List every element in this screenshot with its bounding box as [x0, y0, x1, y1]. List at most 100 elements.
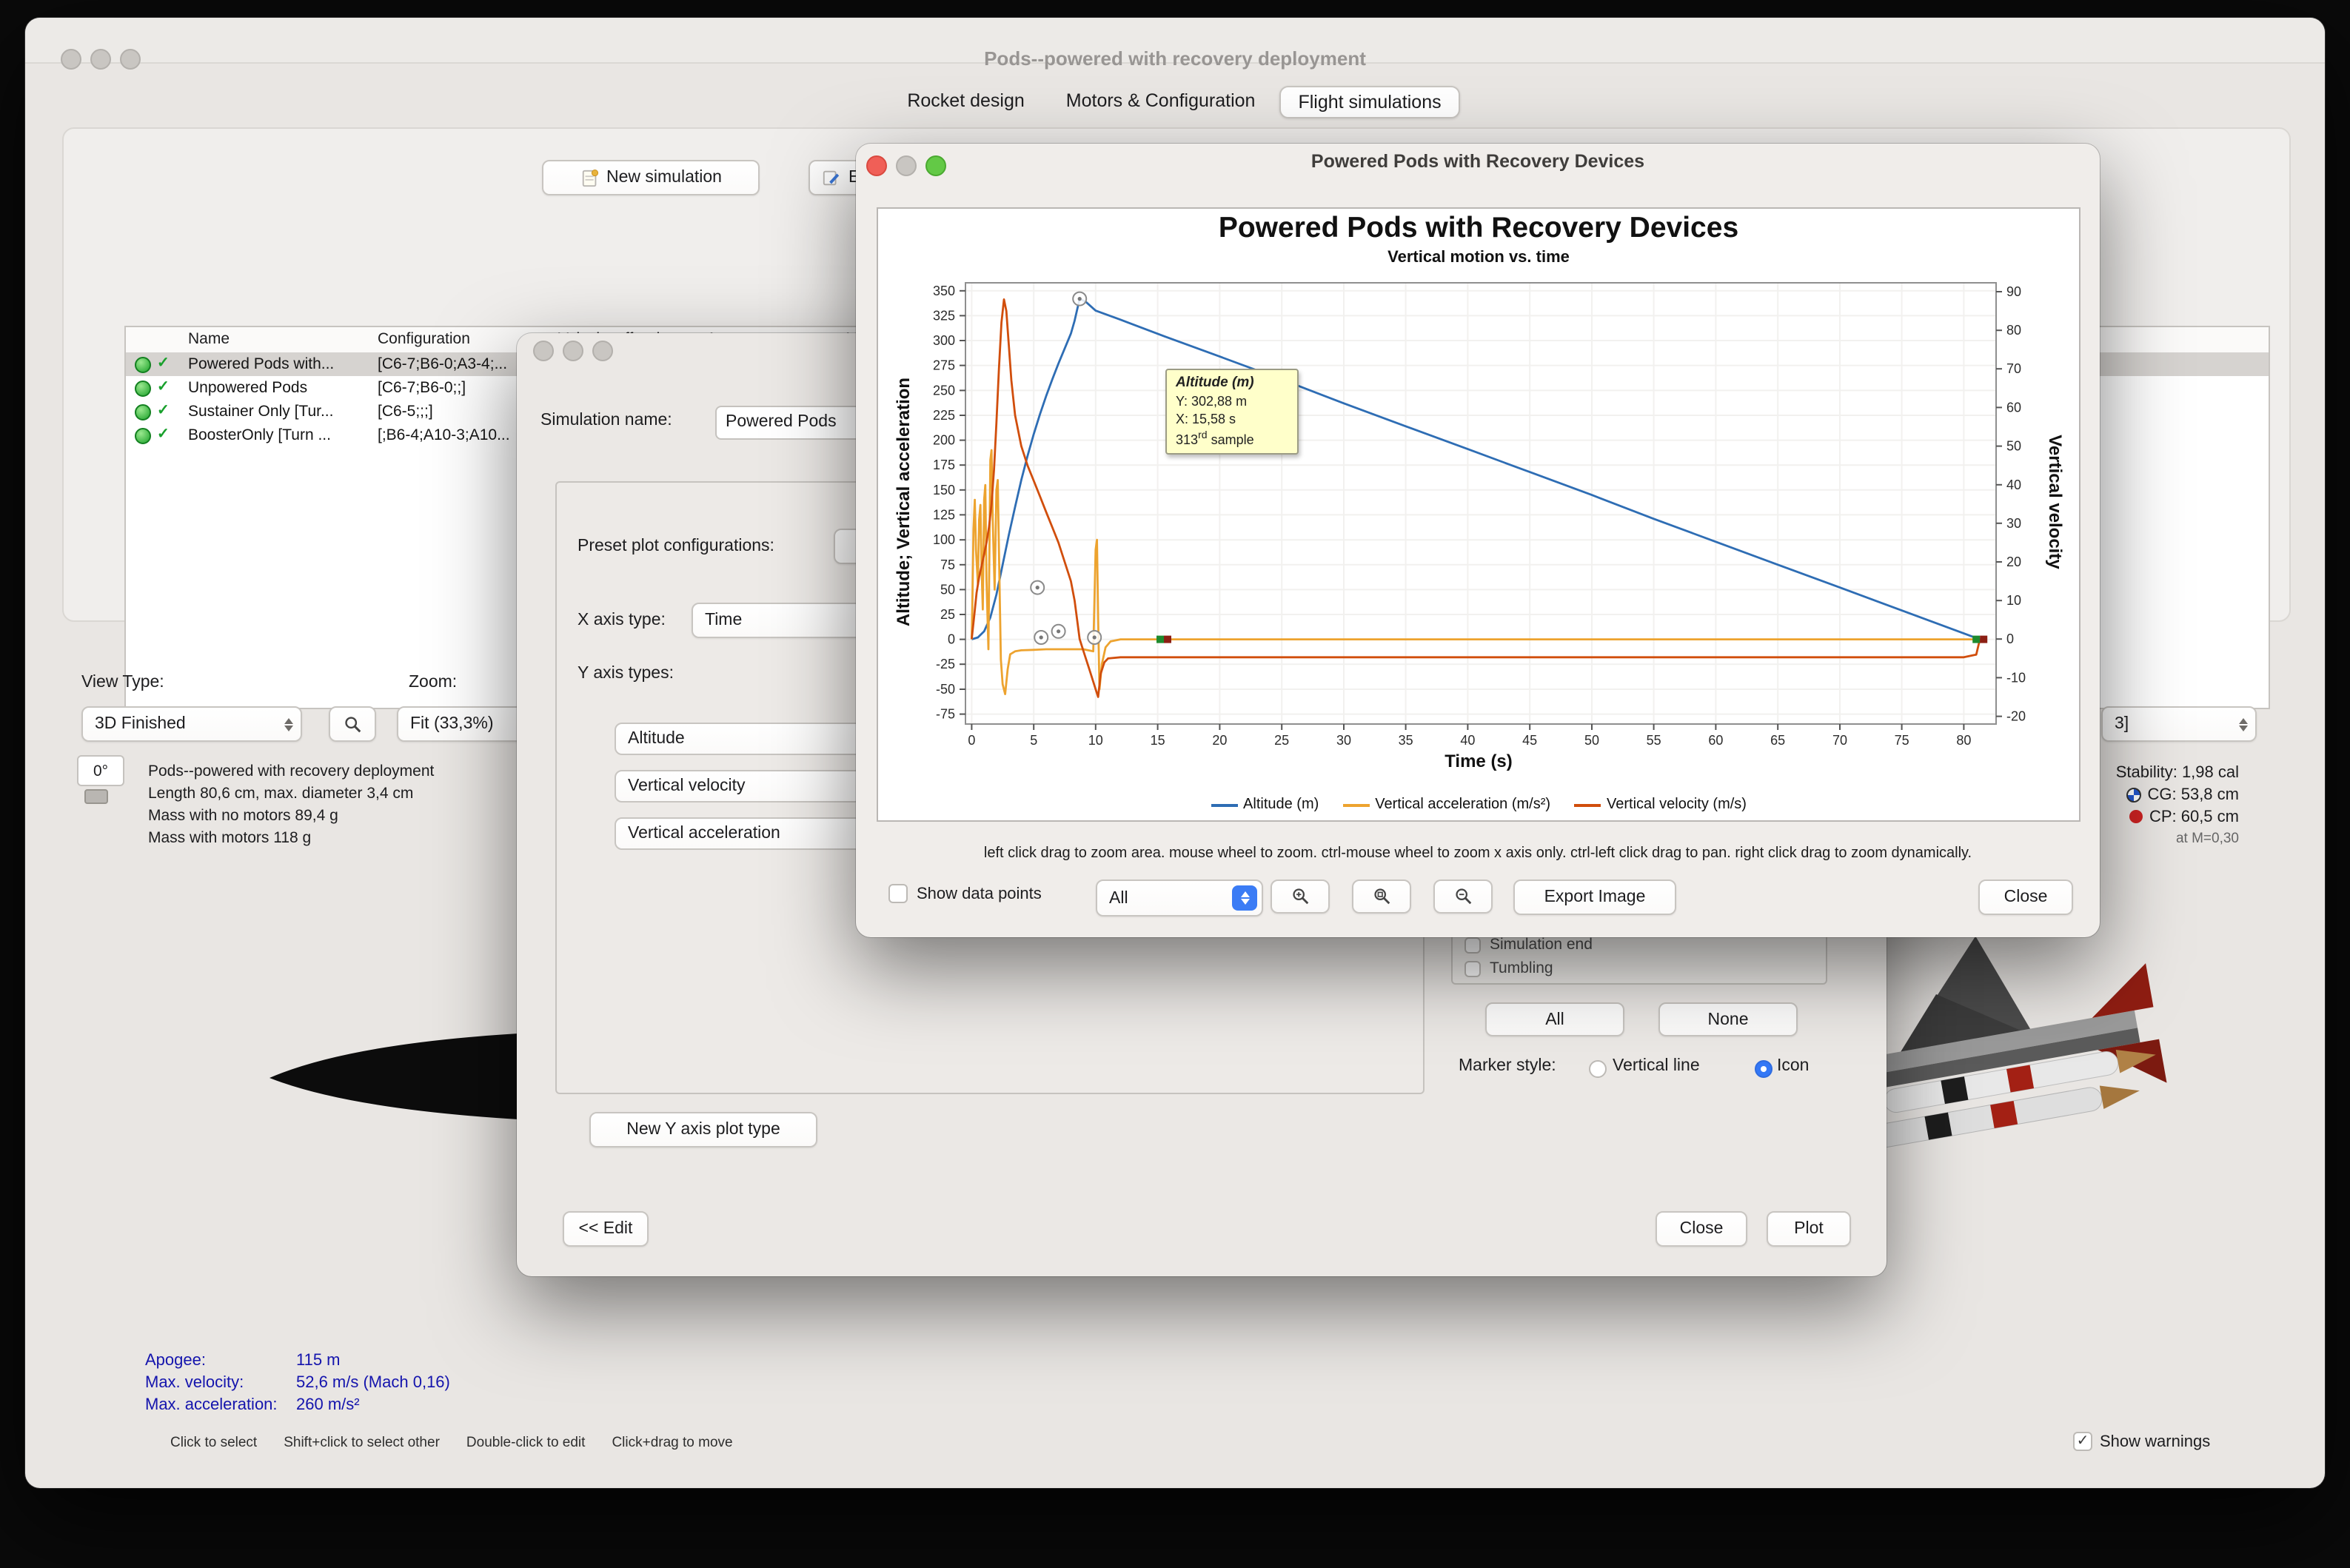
rotation-slider-handle[interactable]: [84, 789, 108, 804]
chart-plot-area[interactable]: 0 5 10 15 20 25 30 35 40 45 50 55 60 65 70 75 80 350 325 30…: [878, 209, 2079, 820]
flight-config-dropdown[interactable]: 3]: [2101, 706, 2257, 742]
max-velocity-value: 52,6 m/s (Mach 0,16): [296, 1373, 450, 1391]
legend-label: Vertical acceleration (m/s²): [1375, 797, 1551, 813]
show-data-points-label: Show data points: [917, 885, 1042, 902]
svg-text:-10: -10: [2006, 670, 2026, 685]
tab-motors-configuration[interactable]: Motors & Configuration: [1048, 86, 1273, 118]
flight-stats: Apogee: 115 m Max. velocity: 52,6 m/s (Mac…: [145, 1349, 634, 1415]
zoom-out-button[interactable]: [1433, 880, 1493, 914]
dialog-minimize-button[interactable]: [563, 341, 583, 361]
y-axis-type-label: Vertical acceleration: [628, 825, 780, 842]
plot-close-label: Close: [2003, 888, 2048, 906]
apogee-label: Apogee:: [145, 1351, 206, 1369]
plot-window: Powered Pods with Recovery Devices Power…: [856, 144, 2100, 937]
config-plot-label: Plot: [1794, 1220, 1824, 1238]
rocket-3d-render: [1867, 936, 2167, 1149]
chart-panel[interactable]: Powered Pods with Recovery Devices Verti…: [877, 207, 2080, 822]
column-header-name[interactable]: Name: [188, 330, 230, 348]
flight-event-checkbox[interactable]: [1464, 937, 1481, 953]
export-image-label: Export Image: [1544, 888, 1646, 906]
view-type-dropdown[interactable]: 3D Finished: [81, 706, 302, 742]
svg-text:40: 40: [1460, 733, 1475, 748]
events-none-button[interactable]: None: [1658, 1002, 1798, 1036]
flight-event-label: Simulation end: [1490, 936, 1593, 954]
svg-text:275: 275: [933, 358, 955, 373]
show-data-points-checkbox[interactable]: [888, 884, 908, 903]
marker-vertical-line-radio[interactable]: [1589, 1060, 1607, 1078]
legend-label: Vertical velocity (m/s): [1607, 797, 1747, 813]
svg-text:250: 250: [933, 383, 955, 398]
config-plot-button[interactable]: Plot: [1767, 1211, 1851, 1247]
svg-text:50: 50: [940, 582, 955, 597]
events-none-label: None: [1707, 1011, 1749, 1028]
flight-event-item[interactable]: Simulation end: [1464, 936, 1593, 954]
svg-text:200: 200: [933, 433, 955, 448]
show-warnings-checkbox[interactable]: ✓: [2073, 1432, 2092, 1451]
svg-text:225: 225: [933, 408, 955, 423]
tooltip-sample: 313rd sample: [1176, 431, 1254, 447]
statusbar-hint: Double-click to edit: [466, 1435, 586, 1451]
show-data-points-control[interactable]: Show data points: [888, 884, 1042, 903]
magnifier-icon: [344, 716, 361, 732]
legend-item: Vertical velocity (m/s): [1574, 797, 1747, 813]
edit-back-button[interactable]: << Edit: [563, 1211, 649, 1247]
statusbar-hint: Click to select: [170, 1435, 258, 1451]
show-warnings-control[interactable]: ✓ Show warnings: [2073, 1432, 2210, 1451]
svg-text:10: 10: [2006, 593, 2021, 608]
column-header-configuration[interactable]: Configuration: [378, 330, 470, 348]
cell-name: Unpowered Pods: [188, 379, 308, 397]
zoom-in-button[interactable]: [1271, 880, 1330, 914]
zoom-tool-button[interactable]: [329, 706, 376, 742]
dialog-zoom-button[interactable]: [592, 341, 613, 361]
statusbar-hints: Click to select Shift+click to select oth…: [170, 1435, 733, 1451]
svg-text:5: 5: [1030, 733, 1037, 748]
preset-label: Preset plot configurations:: [578, 537, 774, 555]
cell-name: Powered Pods with...: [188, 355, 335, 373]
main-titlebar: Pods--powered with recovery deployment: [25, 18, 2325, 70]
legend-item: Vertical acceleration (m/s²): [1342, 797, 1550, 813]
svg-text:50: 50: [2006, 439, 2021, 454]
events-all-button[interactable]: All: [1485, 1002, 1624, 1036]
svg-text:100: 100: [933, 532, 955, 547]
dialog-close-button[interactable]: [533, 341, 554, 361]
new-y-axis-plot-type-button[interactable]: New Y axis plot type: [589, 1112, 817, 1147]
window-title: Pods--powered with recovery deployment: [984, 47, 1366, 70]
zoom-reset-button[interactable]: [1352, 880, 1411, 914]
export-image-button[interactable]: Export Image: [1513, 880, 1676, 915]
config-close-button[interactable]: Close: [1656, 1211, 1747, 1247]
max-acceleration-label: Max. acceleration:: [145, 1396, 278, 1413]
events-filter-dropdown[interactable]: All: [1096, 880, 1263, 917]
tab-rocket-design[interactable]: Rocket design: [889, 86, 1042, 118]
rocket-info-line: Pods--powered with recovery deployment: [148, 763, 435, 780]
marker-vertical-line-label: Vertical line: [1613, 1057, 1700, 1075]
status-ball-icon: [135, 357, 151, 378]
rocket-info-line: Length 80,6 cm, max. diameter 3,4 cm: [148, 785, 414, 803]
new-simulation-button[interactable]: New simulation: [542, 160, 760, 195]
svg-text:0: 0: [2006, 631, 2014, 646]
plot-window-title: Powered Pods with Recovery Devices: [1310, 151, 1645, 172]
legend-swatch: [1574, 803, 1601, 806]
tab-flight-simulations[interactable]: Flight simulations: [1279, 86, 1461, 118]
status-ball-icon: [135, 428, 151, 449]
svg-text:0: 0: [948, 632, 955, 647]
new-simulation-icon: [581, 169, 598, 187]
chart-tooltip: Altitude (m) Y: 302,88 m X: 15,58 s 313r…: [1165, 369, 1299, 455]
legend-swatch: [1342, 803, 1370, 806]
svg-text:300: 300: [933, 333, 955, 348]
rotation-spinner[interactable]: 0°: [77, 755, 124, 786]
tooltip-series: Altitude (m): [1176, 375, 1254, 391]
svg-text:125: 125: [933, 507, 955, 522]
show-warnings-label: Show warnings: [2100, 1433, 2211, 1450]
status-ball-icon: [135, 381, 151, 401]
stability-value: Stability: 1,98 cal: [2115, 763, 2239, 781]
plot-close-button[interactable]: Close: [1978, 880, 2073, 915]
marker-icon-radio[interactable]: [1755, 1060, 1772, 1078]
flight-event-item[interactable]: Tumbling: [1464, 959, 1553, 977]
legend-swatch: [1211, 803, 1238, 806]
simulation-name-value: Powered Pods: [726, 413, 837, 431]
new-y-axis-label: New Y axis plot type: [626, 1121, 780, 1139]
svg-text:15: 15: [1151, 733, 1165, 748]
svg-text:70: 70: [2006, 361, 2021, 376]
flight-event-checkbox[interactable]: [1464, 960, 1481, 976]
svg-text:50: 50: [1584, 733, 1599, 748]
